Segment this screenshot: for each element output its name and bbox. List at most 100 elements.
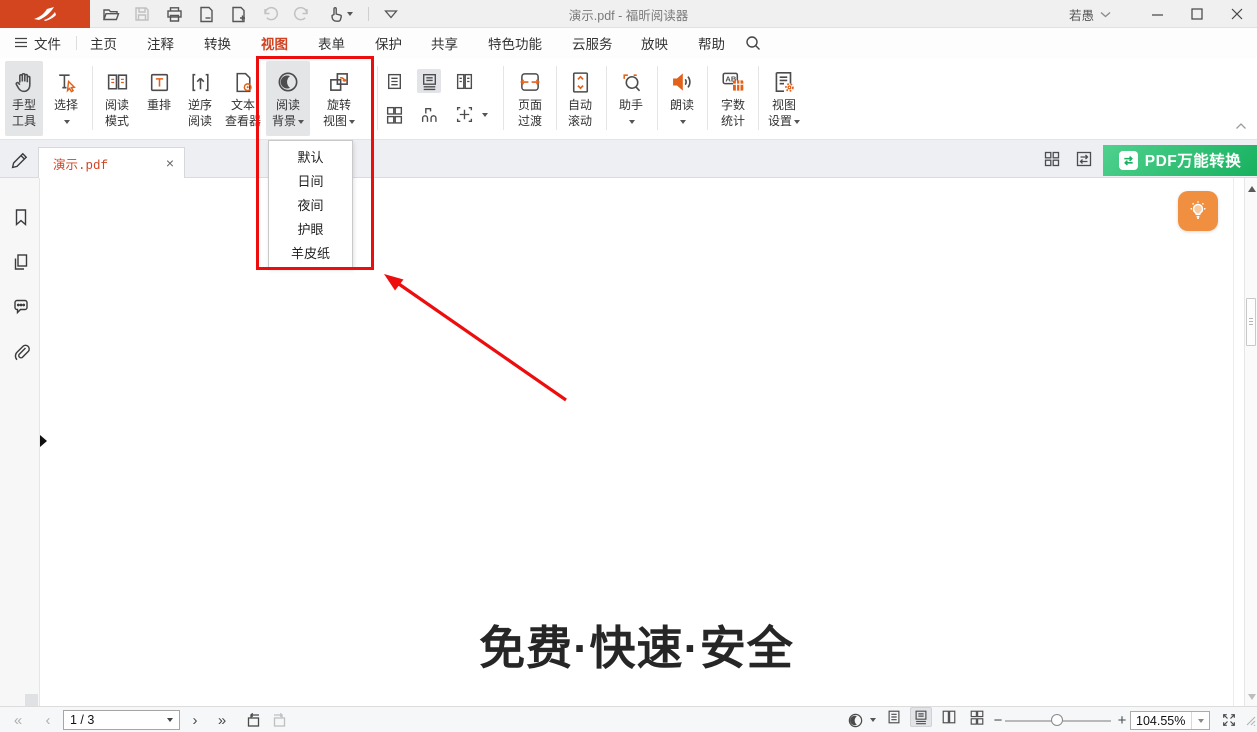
menu-tab-protect[interactable]: 保护	[375, 28, 402, 58]
menu-tab-present[interactable]: 放映	[641, 28, 668, 58]
status-single-page-button[interactable]	[883, 707, 905, 727]
single-page-view-button[interactable]	[382, 69, 406, 93]
tab-grid-icon[interactable]	[1039, 146, 1065, 172]
facing-view-button[interactable]	[452, 69, 476, 93]
print-page-icon[interactable]	[196, 4, 216, 24]
zoom-level-value: 104.55%	[1136, 714, 1185, 728]
next-view-button[interactable]	[269, 707, 291, 732]
separate-cover-view-button[interactable]	[417, 102, 441, 126]
menu-tab-features[interactable]: 特色功能	[488, 28, 542, 58]
menu-tab-form[interactable]: 表单	[318, 28, 345, 58]
select-tool-button[interactable]: 选择	[48, 61, 84, 136]
reading-background-button[interactable]: 阅读背景	[266, 61, 310, 136]
close-button[interactable]	[1217, 0, 1257, 28]
scroll-down-arrow[interactable]	[1248, 694, 1256, 700]
reading-background-quick-icon[interactable]	[845, 707, 865, 732]
menu-tab-share[interactable]: 共享	[431, 28, 458, 58]
ribbon-divider	[657, 66, 658, 130]
pdf-convert-button[interactable]: PDF万能转换	[1103, 145, 1257, 176]
sidebar-splitter[interactable]	[25, 694, 38, 706]
reading-background-icon	[275, 61, 301, 95]
menu-item-eyecare[interactable]: 护眼	[269, 216, 352, 240]
rotate-view-button[interactable]: 旋转视图	[316, 61, 362, 136]
reverse-reading-button[interactable]: 逆序阅读	[180, 61, 220, 136]
menu-tab-cloud[interactable]: 云服务	[572, 28, 613, 58]
attachments-panel-icon[interactable]	[10, 341, 31, 362]
bookmarks-panel-icon[interactable]	[10, 206, 31, 227]
split-view-caret[interactable]	[482, 113, 488, 117]
print-icon[interactable]	[164, 4, 184, 24]
status-continuous-button[interactable]	[910, 707, 932, 727]
hand-pointer-tool[interactable]	[324, 4, 356, 24]
zoom-in-button[interactable]: +	[1115, 707, 1129, 732]
read-aloud-button[interactable]: 朗读	[662, 61, 702, 136]
document-tab[interactable]: 演示.pdf ×	[38, 147, 185, 178]
fullscreen-button[interactable]	[1218, 707, 1240, 732]
tip-lightbulb-button[interactable]	[1178, 191, 1218, 231]
foxit-logo[interactable]	[0, 0, 90, 28]
view-ribbon: 手型工具 选择 阅读模式 重排 逆序阅读 文本查看器 阅读背景	[0, 58, 1257, 140]
lightbulb-icon	[1186, 199, 1210, 223]
first-page-button[interactable]: «	[8, 707, 28, 732]
view-settings-button[interactable]: 视图设置	[760, 61, 808, 136]
zoom-level-combobox[interactable]: 104.55%	[1130, 711, 1210, 730]
menu-tab-convert[interactable]: 转换	[204, 28, 231, 58]
status-facing-button[interactable]	[938, 707, 960, 727]
open-file-icon[interactable]	[100, 4, 120, 24]
zoom-slider-thumb[interactable]	[1051, 714, 1063, 726]
menu-tab-help[interactable]: 帮助	[698, 28, 725, 58]
scrollbar-thumb[interactable]	[1246, 298, 1256, 346]
assistant-button[interactable]: 助手	[611, 61, 651, 136]
menu-tab-home[interactable]: 主页	[90, 28, 117, 58]
menu-file[interactable]: 文件	[14, 28, 61, 58]
scroll-up-arrow[interactable]	[1248, 186, 1256, 192]
customize-toolbar-icon[interactable]	[381, 4, 401, 24]
reflow-button[interactable]: 重排	[140, 61, 178, 136]
page-transition-button[interactable]: 页面过渡	[508, 61, 552, 136]
sidebar-expander[interactable]	[40, 433, 49, 449]
collapse-ribbon-icon[interactable]	[1235, 117, 1247, 135]
menu-item-day[interactable]: 日间	[269, 168, 352, 192]
tab-close-icon[interactable]: ×	[166, 156, 174, 170]
window-resize-grip[interactable]	[1245, 713, 1256, 731]
pencil-icon[interactable]	[8, 148, 32, 172]
previous-page-button[interactable]: ‹	[41, 707, 55, 732]
menu-item-default[interactable]: 默认	[269, 144, 352, 168]
menu-tab-comment[interactable]: 注释	[147, 28, 174, 58]
redo-icon[interactable]	[292, 4, 312, 24]
menu-item-parchment[interactable]: 羊皮纸	[269, 240, 352, 264]
qat-separator	[368, 7, 369, 21]
facing-continuous-view-button[interactable]	[382, 102, 406, 126]
undo-icon[interactable]	[260, 4, 280, 24]
continuous-view-button[interactable]	[417, 69, 441, 93]
hand-tool-button[interactable]: 手型工具	[5, 61, 43, 136]
menu-tab-view[interactable]: 视图	[261, 28, 288, 58]
previous-view-button[interactable]	[242, 707, 264, 732]
page-indicator: 1 / 3	[70, 713, 94, 727]
read-mode-button[interactable]: 阅读模式	[96, 61, 138, 136]
search-icon[interactable]	[745, 28, 761, 58]
last-page-button[interactable]: »	[212, 707, 232, 732]
next-page-button[interactable]: ›	[188, 707, 202, 732]
pages-panel-icon[interactable]	[10, 251, 31, 272]
minimize-button[interactable]	[1137, 0, 1177, 28]
user-menu-caret[interactable]	[1100, 5, 1111, 23]
auto-scroll-button[interactable]: 自动滚动	[559, 61, 601, 136]
new-document-icon[interactable]	[228, 4, 248, 24]
word-count-button[interactable]: AB 字数统计	[712, 61, 754, 136]
comments-panel-icon[interactable]	[10, 296, 31, 317]
zoom-out-button[interactable]: −	[991, 707, 1005, 732]
split-view-button[interactable]	[452, 102, 476, 126]
text-viewer-button[interactable]: 文本查看器	[219, 61, 267, 136]
vertical-scrollbar[interactable]	[1244, 178, 1257, 706]
page-number-combobox[interactable]: 1 / 3	[63, 710, 180, 730]
save-icon[interactable]	[132, 4, 152, 24]
maximize-button[interactable]	[1177, 0, 1217, 28]
text-viewer-icon	[231, 61, 256, 95]
tab-title: 演示.pdf	[53, 154, 166, 173]
status-facing-continuous-button[interactable]	[966, 707, 988, 727]
user-name[interactable]: 若愚	[1069, 5, 1094, 24]
reading-background-quick-caret[interactable]	[866, 707, 878, 732]
menu-item-night[interactable]: 夜间	[269, 192, 352, 216]
reading-order-icon[interactable]	[1071, 146, 1097, 172]
